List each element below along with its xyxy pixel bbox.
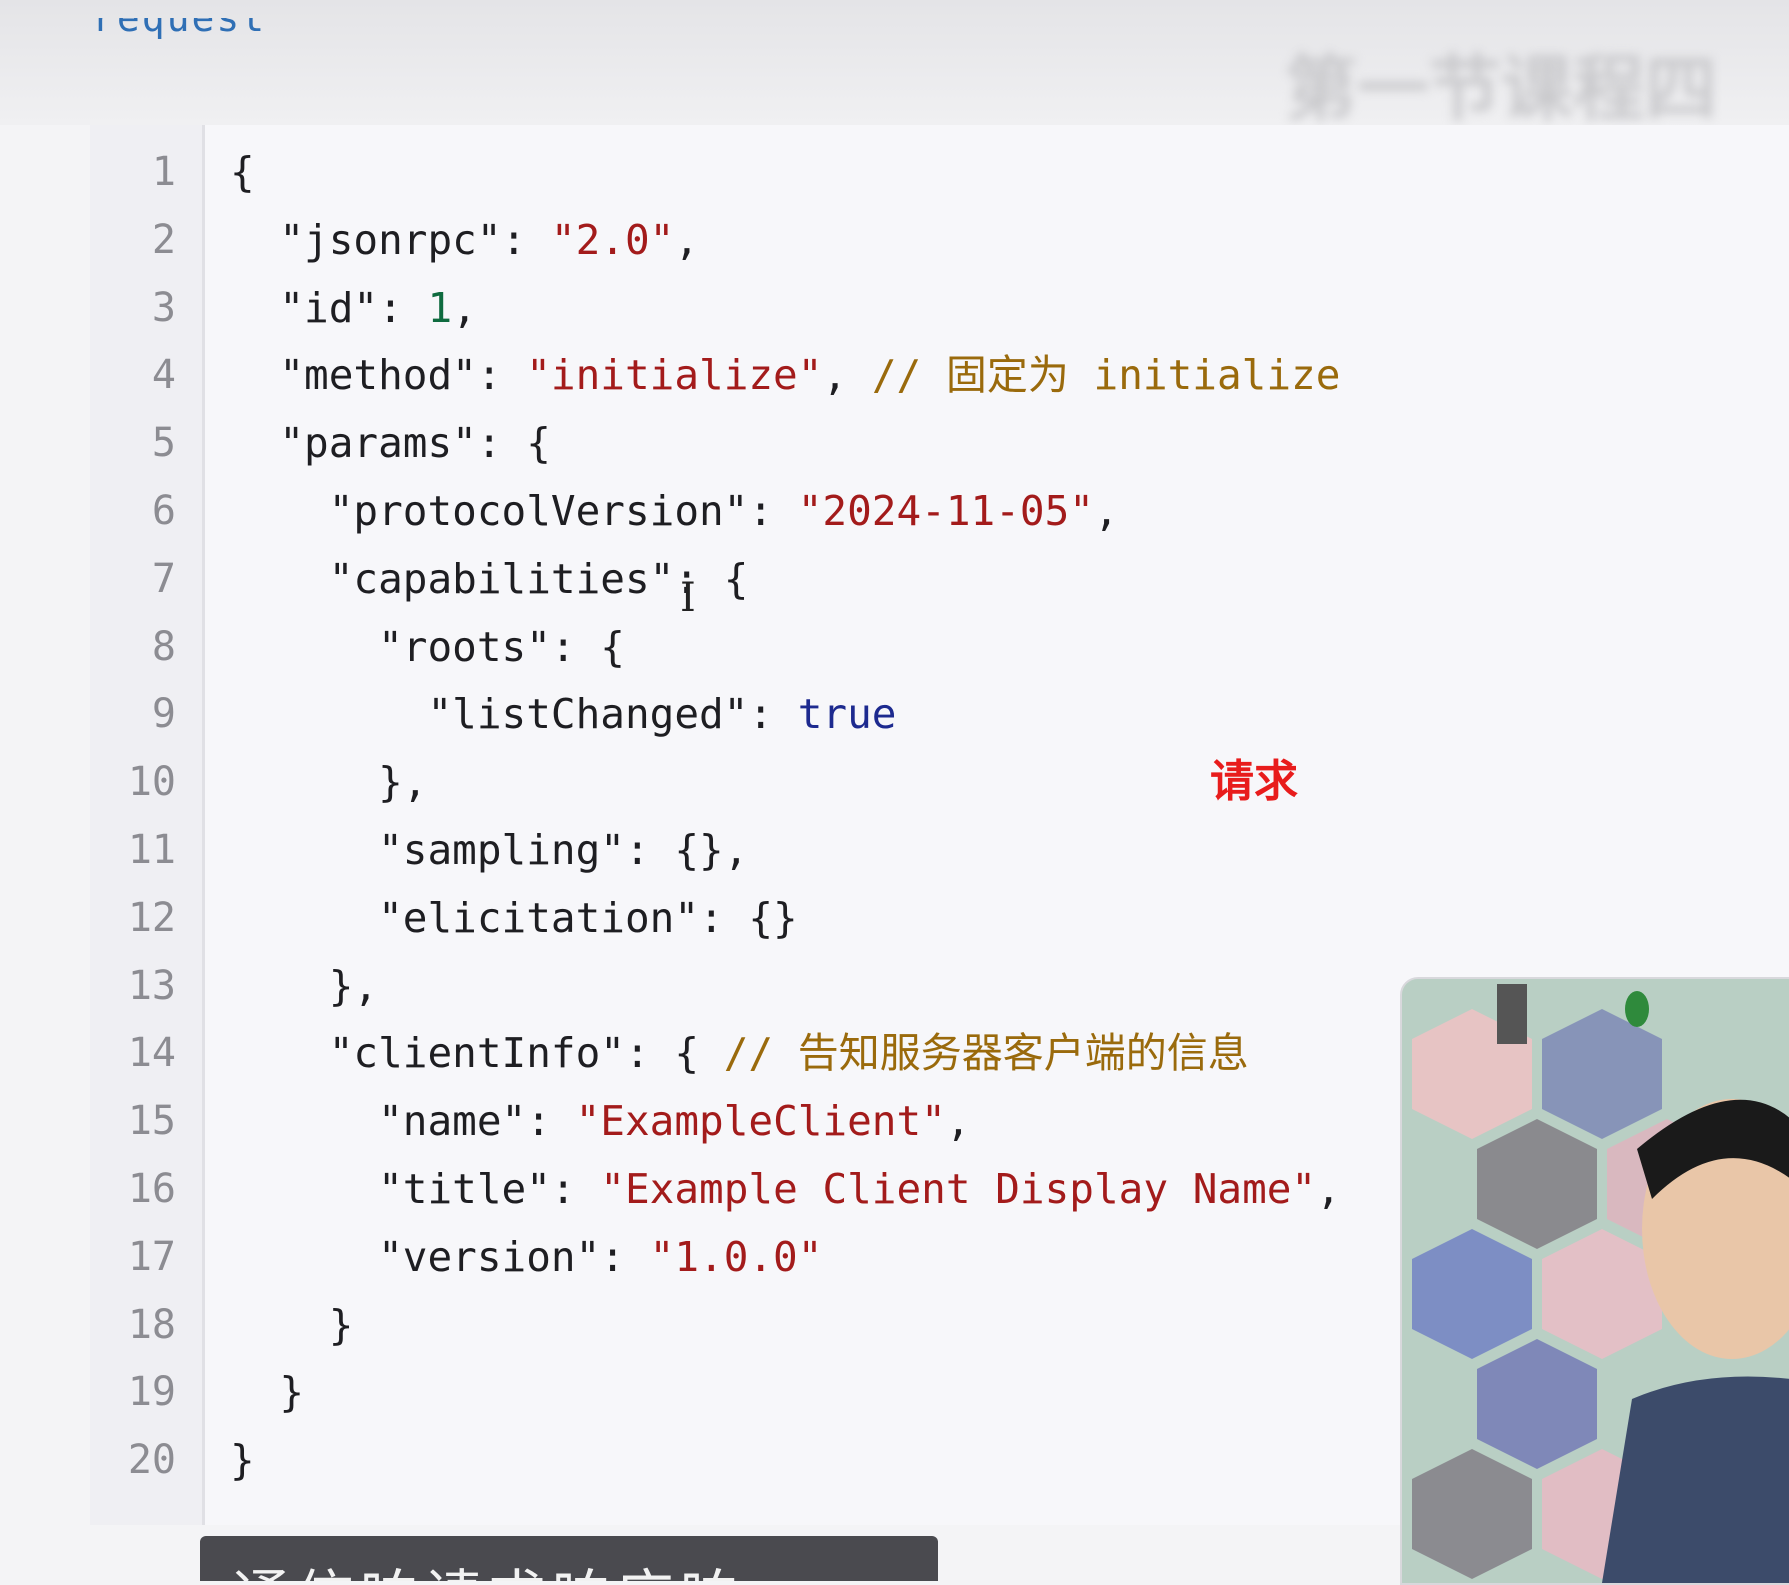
line-number: 2: [151, 216, 176, 263]
code-token-str: "ExampleClient": [575, 1097, 946, 1146]
code-token-punc: ,: [822, 351, 872, 400]
code-token-key: "id": [230, 283, 379, 332]
code-token-key: "version": [230, 1232, 601, 1281]
line-number-gutter: 1 2 3 4 5 6 7 8 9 10 11 12 13 14 15 16 17 18 19 20: [90, 125, 205, 1525]
line-number: 10: [127, 759, 176, 806]
section-heading: request: [92, 18, 266, 68]
code-token-num: 1: [427, 283, 453, 332]
line-number: 11: [127, 827, 176, 873]
code-token-key: "roots": [230, 622, 551, 671]
line-number: 16: [127, 1166, 176, 1212]
code-line[interactable]: "jsonrpc": "2.0",: [230, 210, 699, 270]
code-token-punc: },: [230, 758, 428, 807]
line-number: 19: [127, 1369, 176, 1416]
code-token-str: "1.0.0": [649, 1232, 823, 1281]
code-token-punc: :: [748, 487, 798, 535]
code-token-key: "clientInfo": [230, 1029, 625, 1078]
code-line[interactable]: "title": "Example Client Display Name",: [230, 1159, 1341, 1219]
subtitle-bar: 通信响请求响应响: [200, 1536, 938, 1581]
code-line[interactable]: },: [230, 752, 427, 812]
code-line[interactable]: }: [230, 1362, 304, 1422]
code-line[interactable]: }: [230, 1295, 354, 1355]
line-number: 20: [127, 1437, 176, 1484]
code-token-punc: :: [501, 215, 551, 264]
code-token-punc: }: [230, 1300, 354, 1349]
code-line[interactable]: "version": "1.0.0": [230, 1227, 822, 1287]
code-token-punc: ,: [945, 1097, 971, 1146]
code-token-punc: {: [230, 148, 255, 196]
code-line[interactable]: },: [230, 956, 378, 1016]
code-token-punc: : {}: [699, 893, 798, 942]
code-token-key: "name": [230, 1097, 527, 1146]
code-line[interactable]: "sampling": {},: [230, 820, 748, 880]
code-token-punc: ,: [1093, 487, 1119, 535]
code-token-punc: : {: [624, 1029, 724, 1078]
line-number: 12: [127, 894, 176, 941]
blurred-title: 第一节课程四: [1285, 47, 1718, 131]
code-token-punc: : {: [550, 622, 625, 671]
line-number: 7: [151, 555, 176, 602]
code-token-punc: }: [230, 1368, 305, 1417]
code-token-key: "elicitation": [230, 893, 699, 942]
code-token-punc: :: [476, 351, 527, 400]
code-token-punc: ,: [1316, 1165, 1341, 1213]
code-token-punc: :: [600, 1232, 650, 1281]
subtitle-text: 通信响请求响应响: [232, 1550, 744, 1581]
code-token-key: "protocolVersion": [230, 487, 749, 535]
code-token-str: "initialize": [526, 351, 823, 400]
code-line[interactable]: {: [230, 142, 255, 202]
code-token-punc: :: [748, 690, 798, 739]
code-token-punc: :: [526, 1097, 576, 1146]
code-token-key: "jsonrpc": [230, 215, 502, 264]
code-token-punc: },: [230, 961, 379, 1010]
code-token-punc: : {: [476, 419, 551, 468]
code-token-key: "title": [230, 1165, 551, 1213]
code-token-key: "sampling": [230, 826, 625, 874]
code-line[interactable]: "clientInfo": { // 告知服务器客户端的信息: [230, 1023, 1249, 1083]
line-number: 4: [151, 352, 176, 399]
section-heading-text: request: [92, 18, 267, 40]
code-token-str: "Example Client Display Name": [600, 1165, 1317, 1213]
code-line[interactable]: "protocolVersion": "2024-11-05",: [230, 481, 1119, 541]
line-number: 1: [151, 149, 176, 195]
line-number: 18: [127, 1301, 176, 1348]
code-line[interactable]: "listChanged": true: [230, 684, 897, 744]
code-line[interactable]: "method": "initialize", // 固定为 initializ…: [230, 345, 1340, 405]
line-number: 6: [151, 488, 176, 534]
code-token-punc: ,: [452, 283, 477, 332]
code-token-punc: : {},: [624, 826, 749, 874]
code-token-key: "method": [230, 351, 477, 400]
code-token-cmt: // 固定为 initialize: [871, 351, 1341, 400]
code-token-key: "capabilities": [230, 554, 675, 603]
code-line[interactable]: "elicitation": {}: [230, 888, 798, 948]
line-number: 5: [151, 420, 176, 467]
code-line[interactable]: }: [230, 1430, 255, 1490]
code-line[interactable]: "roots": {: [230, 617, 625, 677]
code-token-punc: }: [230, 1436, 255, 1485]
code-token-punc: ,: [674, 215, 700, 264]
code-line[interactable]: "capabilities": {: [230, 549, 749, 609]
code-token-punc: :: [378, 283, 428, 332]
line-number: 13: [127, 962, 176, 1009]
code-token-str: "2.0": [550, 215, 675, 264]
line-number: 9: [151, 691, 176, 738]
code-line[interactable]: "id": 1,: [230, 278, 477, 338]
code-token-key: "listChanged": [230, 690, 749, 739]
text-cursor-icon: I: [680, 575, 696, 621]
line-number: 15: [127, 1098, 176, 1145]
presenter-video-icon: [1400, 977, 1789, 1585]
code-token-str: "2024-11-05": [797, 487, 1094, 535]
code-token-bool: true: [797, 690, 897, 739]
line-number: 17: [127, 1233, 176, 1280]
line-number: 14: [127, 1030, 176, 1077]
request-annotation: 请求: [1210, 756, 1298, 807]
line-number: 8: [151, 623, 176, 670]
code-token-cmt: // 告知服务器客户端的信息: [723, 1029, 1249, 1078]
line-number: 3: [151, 284, 176, 331]
code-token-punc: :: [550, 1165, 601, 1213]
code-token-key: "params": [230, 419, 477, 468]
code-line[interactable]: "name": "ExampleClient",: [230, 1091, 971, 1151]
code-line[interactable]: "params": {: [230, 413, 551, 473]
